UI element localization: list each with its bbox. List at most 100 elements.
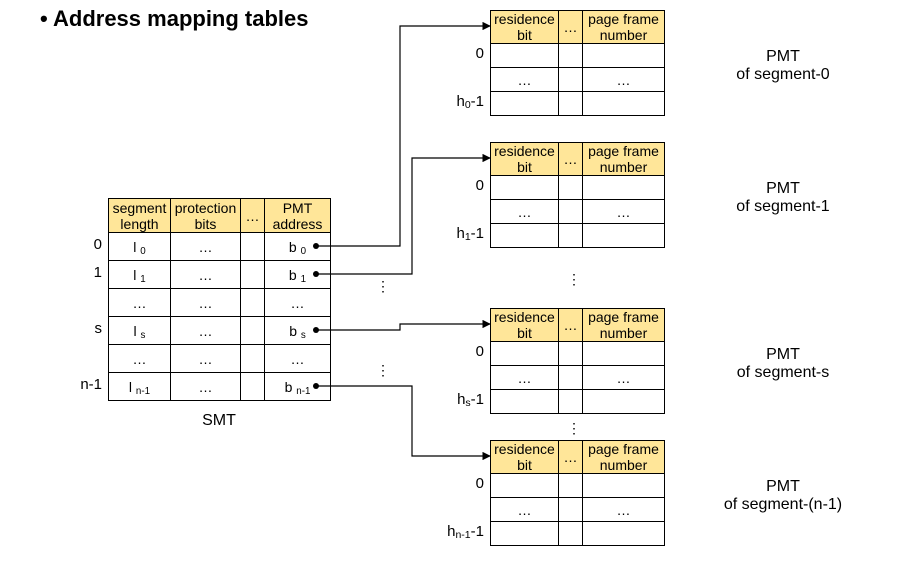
pmt-row-index: h0-1	[434, 93, 484, 111]
pmt-cell	[491, 176, 559, 200]
smt-hdr-pmt: PMT address	[265, 199, 331, 233]
smt-cell-dots	[241, 261, 265, 289]
pmt-cell: …	[583, 68, 665, 92]
smt-cell-dots	[241, 233, 265, 261]
pmt-table: residence bit…page frame number……	[490, 142, 665, 248]
pmt-cell	[583, 390, 665, 414]
smt-row: l s…b s	[109, 317, 331, 345]
pmt-cell	[583, 92, 665, 116]
pmt-cell	[559, 44, 583, 68]
pmt-cell	[491, 44, 559, 68]
pmt-hdr-res: residence bit	[491, 441, 559, 474]
smt-cell-pmt: b 0	[265, 233, 331, 261]
pmt-hdr-res: residence bit	[491, 143, 559, 176]
smt-cell-pmt: …	[265, 345, 331, 373]
pmt-row-index: h1-1	[434, 225, 484, 243]
pmt-cell: …	[583, 366, 665, 390]
smt-cell-prot: …	[171, 345, 241, 373]
pmt-table: residence bit…page frame number……	[490, 440, 665, 546]
pmt-hdr-dots: …	[559, 441, 583, 474]
smt-row-index: s	[64, 320, 102, 337]
pmt-cell	[559, 342, 583, 366]
pmt-cell: …	[583, 498, 665, 522]
pmt-hdr-res: residence bit	[491, 11, 559, 44]
pmt-cell	[583, 44, 665, 68]
pmt-row-index: hs-1	[434, 391, 484, 409]
pmt-hdr-dots: …	[559, 143, 583, 176]
smt-cell-pmt: b n-1	[265, 373, 331, 401]
pmt-cell	[559, 176, 583, 200]
vellipsis-icon: ⋮	[567, 271, 581, 288]
smt-cell-prot: …	[171, 289, 241, 317]
pmt-cell	[559, 92, 583, 116]
pmt-hdr-pfn: page frame number	[583, 309, 665, 342]
pmt-hdr-pfn: page frame number	[583, 441, 665, 474]
pmt-cell	[559, 366, 583, 390]
smt-row: l 0… b 0	[109, 233, 331, 261]
smt-row: ………	[109, 289, 331, 317]
smt-hdr-seglen: segment length	[109, 199, 171, 233]
smt-cell-pmt: b 1	[265, 261, 331, 289]
pmt-cell	[583, 176, 665, 200]
vellipsis-icon: ⋮	[376, 278, 390, 295]
pmt-row-index: 0	[442, 475, 484, 492]
pmt-cell: …	[491, 68, 559, 92]
pmt-cell	[559, 68, 583, 92]
pmt-cell	[491, 92, 559, 116]
pmt-cell	[583, 342, 665, 366]
pmt-cell	[491, 224, 559, 248]
pmt-cell: …	[491, 200, 559, 224]
pmt-row-index: 0	[442, 343, 484, 360]
pmt-cell	[559, 498, 583, 522]
smt-row-index: 0	[64, 236, 102, 253]
pmt-cell	[491, 522, 559, 546]
smt-cell-pmt: b s	[265, 317, 331, 345]
smt-row-index: 1	[64, 264, 102, 281]
pmt-cell	[559, 474, 583, 498]
pmt-table: residence bit…page frame number……	[490, 308, 665, 414]
smt-cell-seglen: …	[109, 345, 171, 373]
pmt-cell	[583, 474, 665, 498]
smt-row: ………	[109, 345, 331, 373]
page-title: Address mapping tables	[40, 6, 309, 32]
smt-cell-prot: …	[171, 373, 241, 401]
pmt-row-index: 0	[442, 45, 484, 62]
pmt-row-index: 0	[442, 177, 484, 194]
pmt-cell	[491, 474, 559, 498]
pmt-cell	[559, 390, 583, 414]
smt-cell-dots	[241, 373, 265, 401]
pmt-cell	[491, 342, 559, 366]
smt-table: segment length protection bits … PMT add…	[108, 198, 331, 401]
pmt-caption: PMTof segment-(n-1)	[688, 478, 878, 514]
smt-cell-seglen: l 0	[109, 233, 171, 261]
vellipsis-icon: ⋮	[567, 420, 581, 437]
pmt-cell	[559, 200, 583, 224]
smt-cell-prot: …	[171, 233, 241, 261]
smt-row: l n-1… b n-1	[109, 373, 331, 401]
pmt-hdr-pfn: page frame number	[583, 11, 665, 44]
pmt-caption: PMTof segment-0	[688, 48, 878, 84]
smt-cell-seglen: l 1	[109, 261, 171, 289]
pmt-cell	[583, 224, 665, 248]
pmt-cell: …	[491, 366, 559, 390]
pmt-hdr-pfn: page frame number	[583, 143, 665, 176]
pmt-cell	[491, 390, 559, 414]
pmt-cell	[559, 224, 583, 248]
smt-cell-pmt: …	[265, 289, 331, 317]
pmt-caption: PMTof segment-s	[688, 346, 878, 382]
pmt-hdr-dots: …	[559, 11, 583, 44]
pmt-row-index: hn-1-1	[434, 523, 484, 541]
vellipsis-icon: ⋮	[376, 362, 390, 379]
pmt-caption: PMTof segment-1	[688, 180, 878, 216]
smt-cell-dots	[241, 317, 265, 345]
smt-hdr-prot: protection bits	[171, 199, 241, 233]
pmt-cell: …	[491, 498, 559, 522]
pmt-cell: …	[583, 200, 665, 224]
smt-cell-seglen: l n-1	[109, 373, 171, 401]
smt-cell-dots	[241, 345, 265, 373]
smt-caption: SMT	[108, 412, 330, 430]
pmt-cell	[559, 522, 583, 546]
smt-row: l 1…b 1	[109, 261, 331, 289]
smt-row-index: n-1	[64, 376, 102, 393]
smt-cell-dots	[241, 289, 265, 317]
